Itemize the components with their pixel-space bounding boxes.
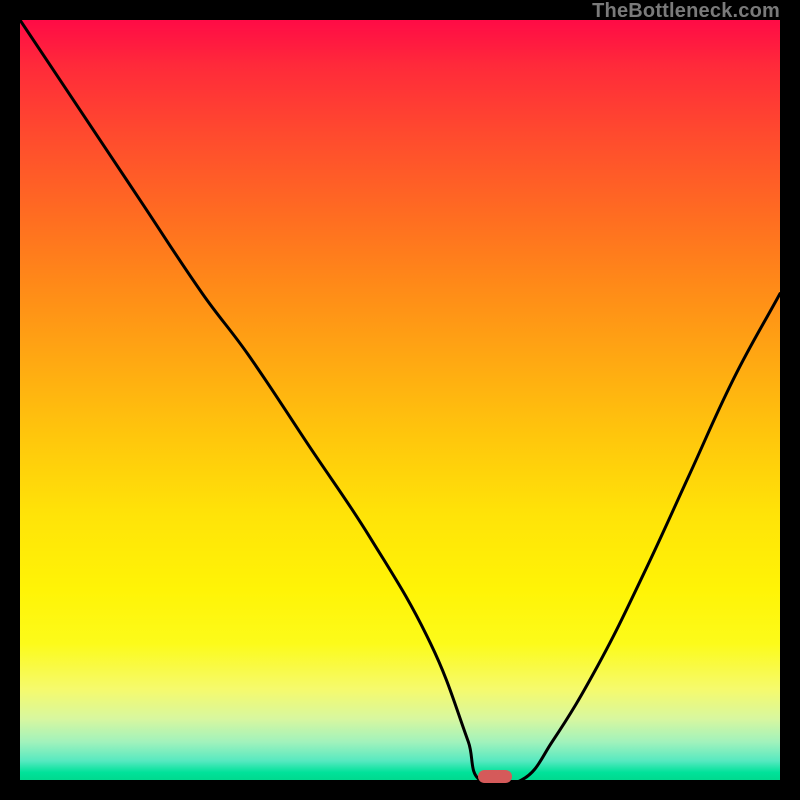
chart-frame: TheBottleneck.com (0, 0, 800, 800)
bottleneck-curve (20, 20, 780, 780)
optimal-range-marker (478, 770, 512, 783)
chart-plot-area (20, 20, 780, 780)
watermark-text: TheBottleneck.com (592, 0, 780, 23)
